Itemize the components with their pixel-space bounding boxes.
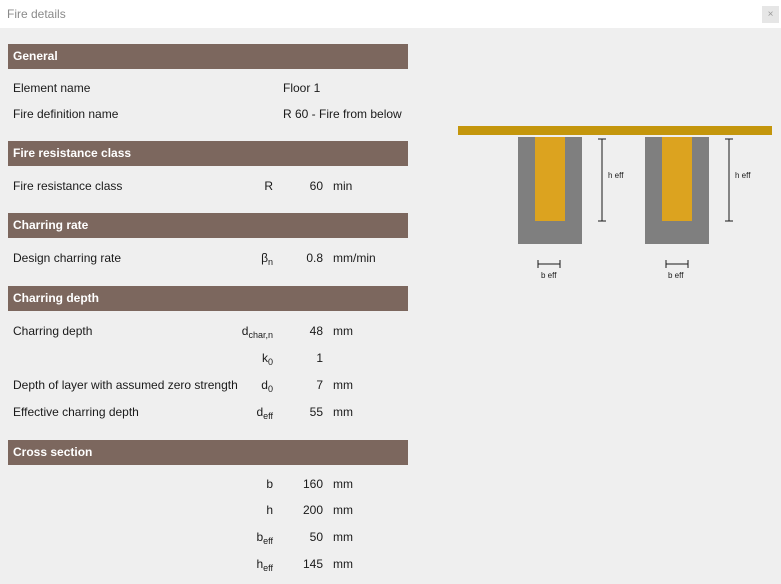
window-title: Fire details — [7, 7, 66, 21]
h-value: 200 — [302, 503, 323, 517]
d0-unit: mm — [333, 378, 353, 392]
beff-unit: mm — [333, 530, 353, 544]
charring-depth-label: Charring depth — [13, 324, 93, 338]
title-bar: Fire details × — [0, 0, 781, 28]
b-value: 160 — [302, 477, 323, 491]
fire-resistance-unit: min — [333, 179, 353, 193]
heff-dimension-left — [598, 138, 606, 222]
dchar-value: 48 — [309, 324, 323, 338]
section-header-general: General — [8, 44, 408, 69]
section-header-charring-rate: Charring rate — [8, 213, 408, 238]
beam-right-core — [662, 137, 692, 221]
h-unit: mm — [333, 503, 353, 517]
beff-value: 50 — [309, 530, 323, 544]
slab — [458, 126, 772, 135]
beff-label-right: b eff — [668, 271, 684, 280]
fire-resistance-value: 60 — [309, 179, 323, 193]
deff-unit: mm — [333, 405, 353, 419]
effective-charring-depth-label: Effective charring depth — [13, 405, 139, 419]
design-charring-rate-label: Design charring rate — [13, 251, 122, 265]
element-name-value: Floor 1 — [283, 81, 321, 95]
heff-value: 145 — [302, 557, 323, 571]
beff-label-left: b eff — [541, 271, 557, 280]
fire-definition-value: R 60 - Fire from below — [283, 107, 402, 121]
fire-resistance-label: Fire resistance class — [13, 179, 123, 193]
heff-dimension-right — [725, 138, 733, 222]
dchar-unit: mm — [333, 324, 353, 338]
charring-rate-value: 0.8 — [306, 251, 323, 265]
section-header-fire-resistance: Fire resistance class — [8, 141, 408, 166]
beam-left-core — [535, 137, 565, 221]
k0-value: 1 — [316, 351, 323, 365]
beff-dimension-left — [537, 260, 561, 268]
d0-value: 7 — [316, 378, 323, 392]
deff-value: 55 — [309, 405, 323, 419]
element-name-label: Element name — [13, 81, 91, 95]
section-header-charring-depth: Charring depth — [8, 286, 408, 311]
fire-definition-label: Fire definition name — [13, 107, 119, 121]
heff-unit: mm — [333, 557, 353, 571]
heff-label-left: h eff — [608, 171, 624, 180]
cross-section-diagram: h eff h eff b eff b eff — [458, 126, 772, 280]
b-unit: mm — [333, 477, 353, 491]
close-button[interactable]: × — [762, 6, 779, 23]
beff-dimension-right — [665, 260, 689, 268]
charring-rate-unit: mm/min — [333, 251, 376, 265]
heff-label-right: h eff — [735, 171, 751, 180]
section-header-cross-section: Cross section — [8, 440, 408, 465]
